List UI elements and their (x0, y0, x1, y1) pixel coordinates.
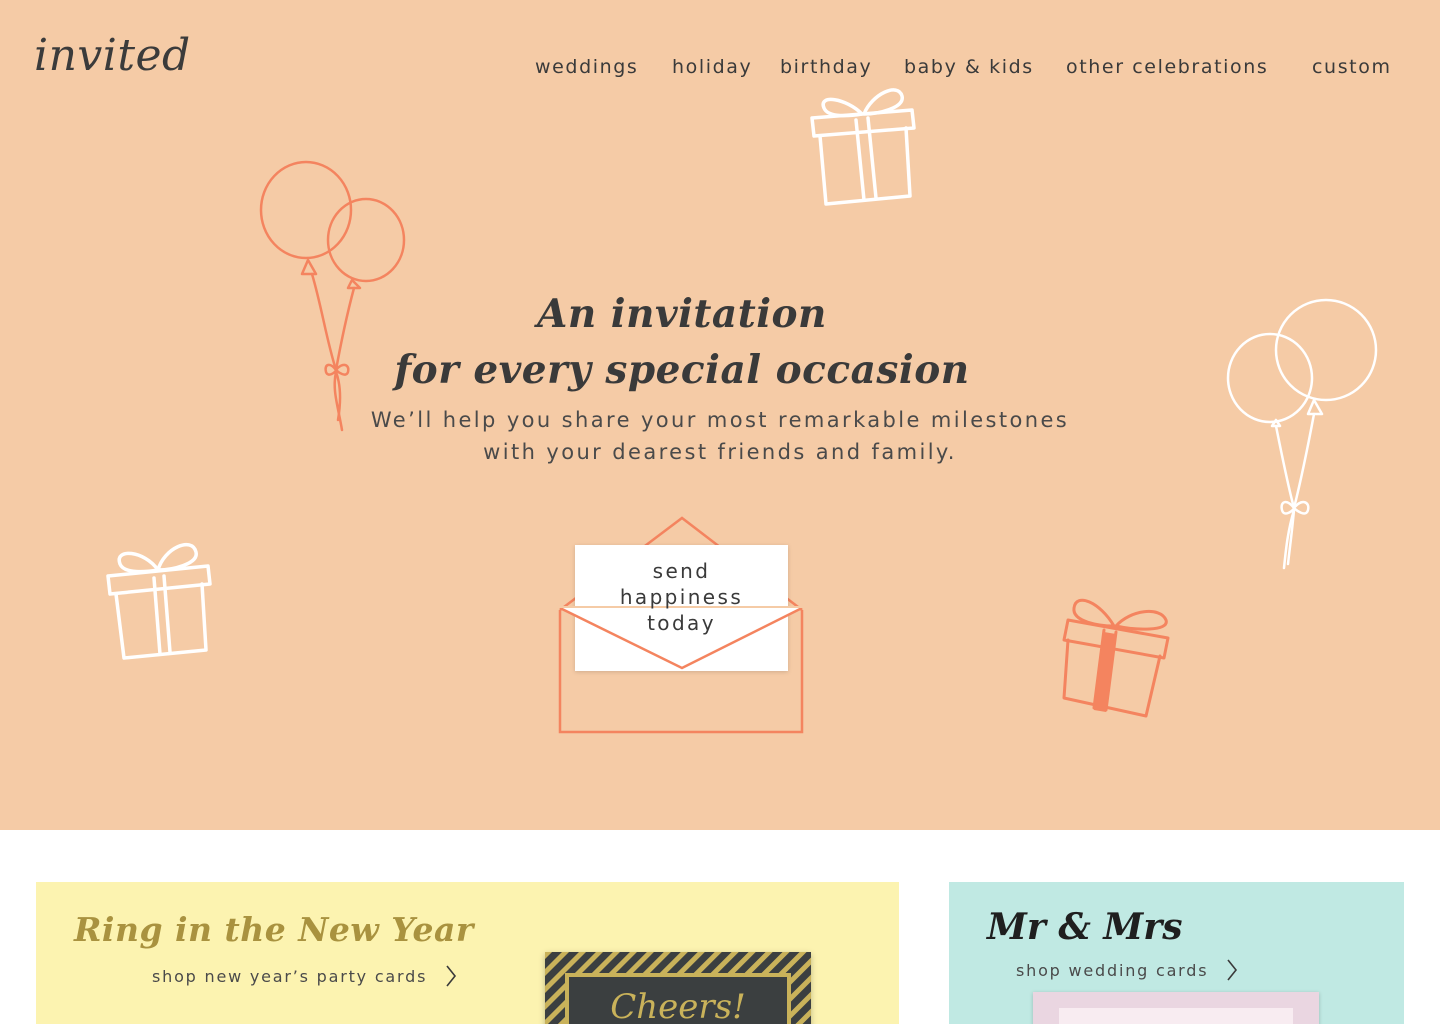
nav-item-other-celebrations[interactable]: other celebrations (1066, 56, 1268, 78)
shop-wedding-link[interactable]: shop wedding cards (1016, 958, 1239, 982)
gift-icon (810, 88, 916, 206)
shop-new-year-link[interactable]: shop new year’s party cards (152, 964, 458, 988)
chevron-right-icon (446, 965, 457, 987)
nav-item-baby-kids[interactable]: baby & kids (904, 56, 1034, 78)
main-nav: weddings holiday birthday baby & kids ot… (0, 56, 1440, 86)
cheers-card-preview[interactable]: Cheers! (545, 952, 811, 1024)
hero-subtitle-line2: with your dearest friends and family. (483, 440, 957, 464)
cta-send-happiness[interactable]: send happiness today (575, 558, 788, 636)
cta-line: today (647, 611, 716, 635)
cheers-text: Cheers! (610, 987, 746, 1024)
hero-section: invited weddings holiday birthday baby &… (0, 0, 1440, 830)
wedding-title: Mr & Mrs (987, 906, 1183, 948)
hero-subtitle: We’ll help you share your most remarkabl… (0, 404, 1440, 468)
nav-item-weddings[interactable]: weddings (535, 56, 638, 78)
wedding-card-inner (1059, 1008, 1293, 1024)
chevron-right-icon (1227, 959, 1238, 981)
shop-wedding-label: shop wedding cards (1016, 961, 1209, 980)
cta-line: happiness (619, 585, 744, 609)
hero-title-line1: An invitation (537, 291, 827, 337)
new-year-title: Ring in the New Year (74, 910, 474, 949)
hero-subtitle-line1: We’ll help you share your most remarkabl… (370, 408, 1070, 432)
cta-line: send (652, 559, 711, 583)
nav-item-birthday[interactable]: birthday (780, 56, 872, 78)
hero-title: An invitation for every special occasion (0, 286, 1364, 398)
hero-title-line2: for every special occasion (394, 347, 970, 393)
gift-icon (106, 542, 212, 660)
shop-new-year-label: shop new year’s party cards (152, 967, 428, 986)
wedding-card-preview[interactable] (1033, 992, 1319, 1024)
cheers-frame: Cheers! (565, 973, 791, 1024)
nav-item-holiday[interactable]: holiday (672, 56, 752, 78)
nav-item-custom[interactable]: custom (1312, 56, 1392, 78)
gift-icon (1062, 598, 1170, 718)
wedding-card[interactable]: Mr & Mrs shop wedding cards (949, 882, 1404, 1024)
new-year-card[interactable]: Ring in the New Year shop new year’s par… (36, 882, 899, 1024)
